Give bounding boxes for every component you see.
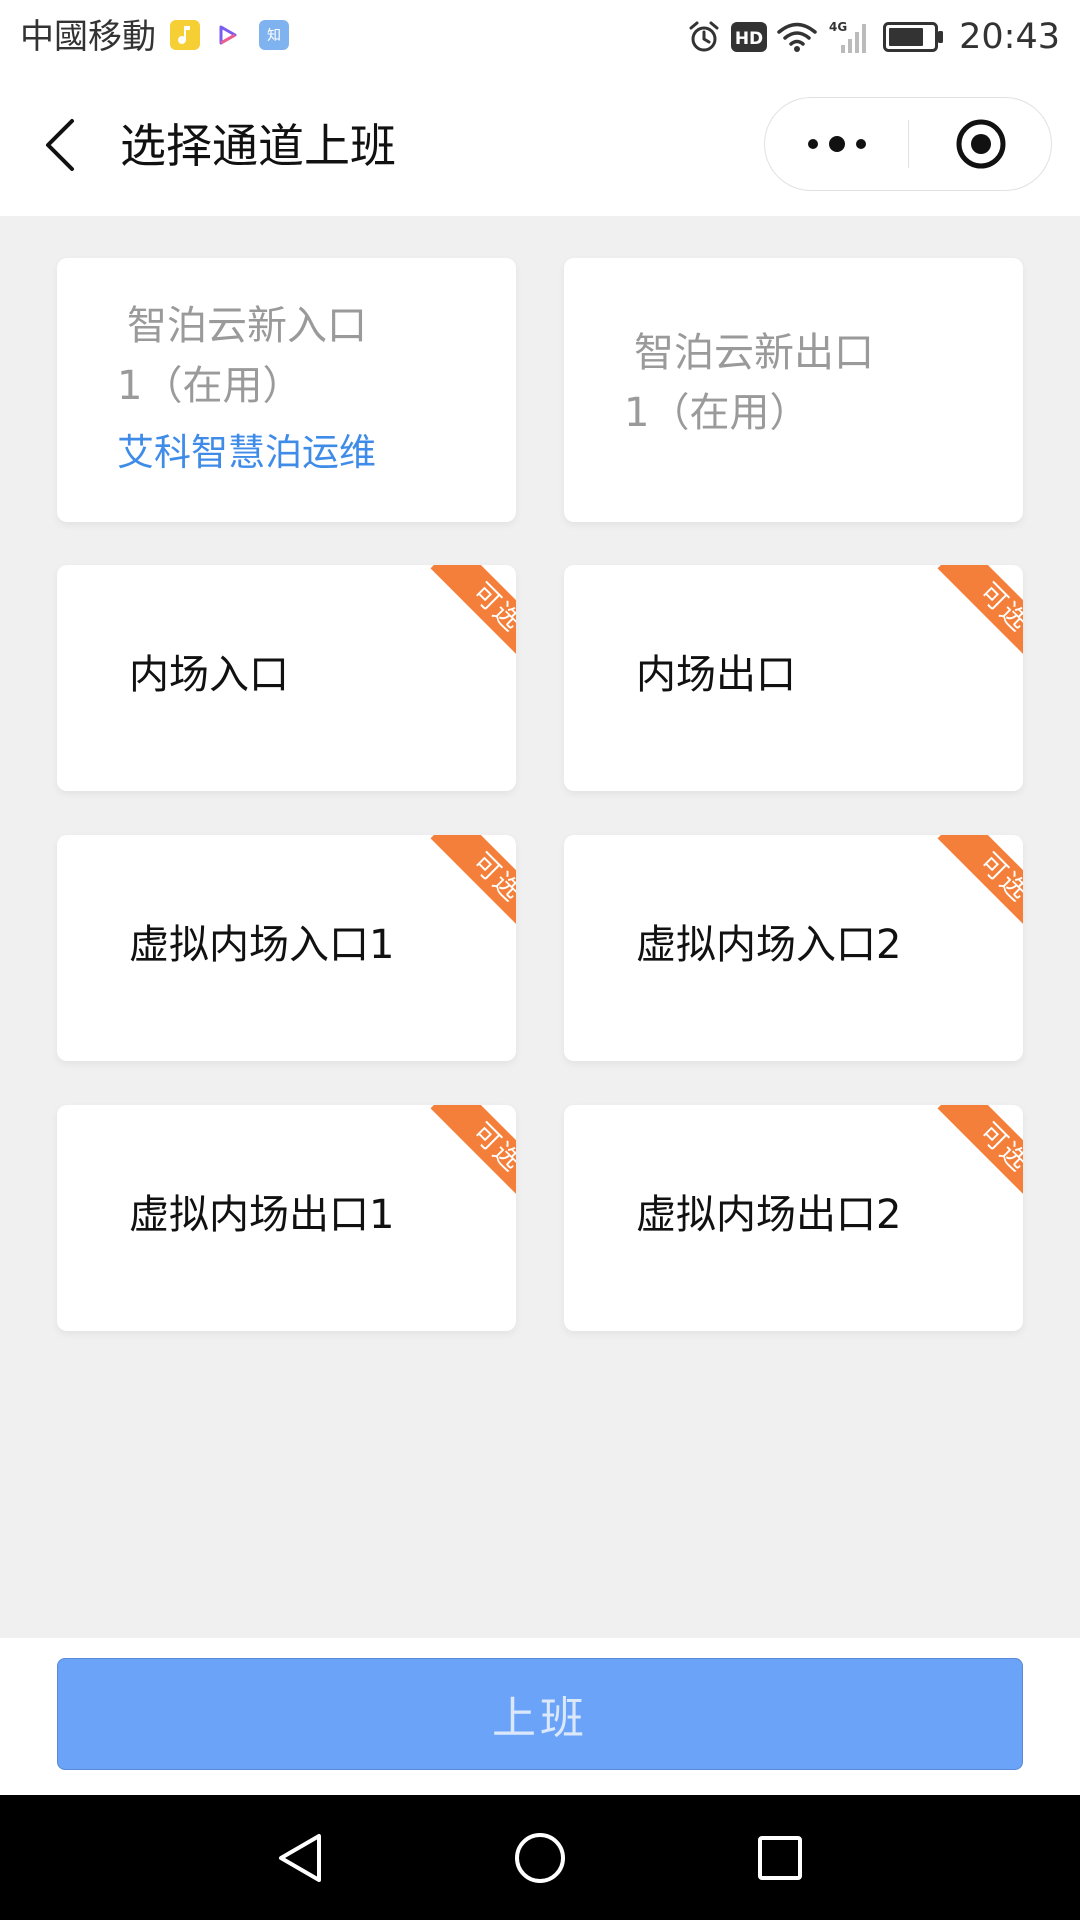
channel-name-line2: 1（在用） — [624, 390, 810, 436]
channel-card-available[interactable]: 虚拟内场入口2 可选 — [564, 835, 1023, 1061]
channel-card-available[interactable]: 虚拟内场入口1 可选 — [57, 835, 516, 1061]
channel-current-user: 艾科智慧泊运维 — [117, 431, 376, 474]
channel-name: 智泊云新入口 1（在用） — [117, 296, 417, 416]
page-title: 选择通道上班 — [120, 119, 396, 173]
available-badge-label: 可选 — [430, 835, 516, 935]
more-button[interactable] — [765, 98, 908, 190]
back-arrow-icon — [46, 119, 74, 171]
video-app-icon — [213, 20, 243, 50]
status-time: 20:43 — [959, 17, 1060, 57]
channel-name-line1: 智泊云新出口 — [634, 330, 874, 376]
channel-name: 虚拟内场入口2 — [636, 922, 902, 968]
music-app-icon — [170, 20, 200, 50]
bottom-action-bar: 上班 — [0, 1638, 1080, 1795]
channel-name-line1: 智泊云新入口 — [127, 303, 367, 349]
channel-name: 智泊云新出口 1（在用） — [624, 323, 924, 443]
available-badge: 可选 — [416, 835, 516, 935]
available-badge: 可选 — [923, 835, 1023, 935]
nav-back-triangle-icon — [279, 1833, 321, 1882]
miniprogram-capsule — [764, 97, 1052, 191]
available-badge-label: 可选 — [430, 565, 516, 665]
svg-text:HD: HD — [735, 29, 763, 49]
alarm-icon — [687, 20, 721, 54]
channel-card-in-use[interactable]: 智泊云新出口 1（在用） — [564, 258, 1023, 522]
channel-name: 虚拟内场出口2 — [636, 1192, 902, 1238]
available-badge: 可选 — [923, 565, 1023, 665]
4g-signal-icon: 4G — [827, 19, 873, 55]
available-badge: 可选 — [923, 1105, 1023, 1205]
channel-name: 内场出口 — [636, 652, 796, 698]
clock-in-button[interactable]: 上班 — [57, 1658, 1023, 1770]
svg-text:4G: 4G — [829, 20, 847, 34]
system-recents-button[interactable] — [720, 1795, 840, 1920]
wifi-icon — [777, 21, 817, 53]
more-dots-icon — [807, 136, 866, 152]
status-bar: 中國移動 知 HD 4G 20:43 — [0, 0, 1080, 75]
channel-name-line2: 1（在用） — [117, 363, 303, 409]
channel-card-available[interactable]: 虚拟内场出口1 可选 — [57, 1105, 516, 1331]
carrier-name: 中國移動 — [20, 17, 156, 57]
miniprogram-close-icon — [956, 119, 1005, 169]
system-navigation-bar — [0, 1795, 1080, 1920]
channel-name: 虚拟内场出口1 — [129, 1192, 395, 1238]
channel-card-available[interactable]: 内场出口 可选 — [564, 565, 1023, 791]
channel-card-in-use[interactable]: 智泊云新入口 1（在用） 艾科智慧泊运维 — [57, 258, 516, 522]
channel-name: 内场入口 — [129, 652, 289, 698]
system-back-button[interactable] — [240, 1795, 360, 1920]
hd-icon: HD — [731, 22, 768, 52]
available-badge-label: 可选 — [937, 1105, 1023, 1205]
nav-bar: 选择通道上班 — [0, 75, 1080, 216]
channel-card-available[interactable]: 虚拟内场出口2 可选 — [564, 1105, 1023, 1331]
channel-name: 虚拟内场入口1 — [129, 922, 395, 968]
battery-icon — [883, 22, 945, 52]
status-indicators: HD 4G 20:43 — [687, 14, 1060, 60]
available-badge-label: 可选 — [430, 1105, 516, 1205]
channel-card-available[interactable]: 内场入口 可选 — [57, 565, 516, 791]
available-badge-label: 可选 — [937, 835, 1023, 935]
back-button[interactable] — [30, 110, 90, 180]
nav-recents-square-icon — [758, 1835, 802, 1880]
available-badge: 可选 — [416, 1105, 516, 1205]
available-badge: 可选 — [416, 565, 516, 665]
close-miniprogram-button[interactable] — [909, 98, 1052, 190]
system-home-button[interactable] — [480, 1795, 600, 1920]
nav-home-circle-icon — [515, 1832, 565, 1883]
available-badge-label: 可选 — [937, 565, 1023, 665]
zhihu-app-icon: 知 — [259, 20, 289, 50]
